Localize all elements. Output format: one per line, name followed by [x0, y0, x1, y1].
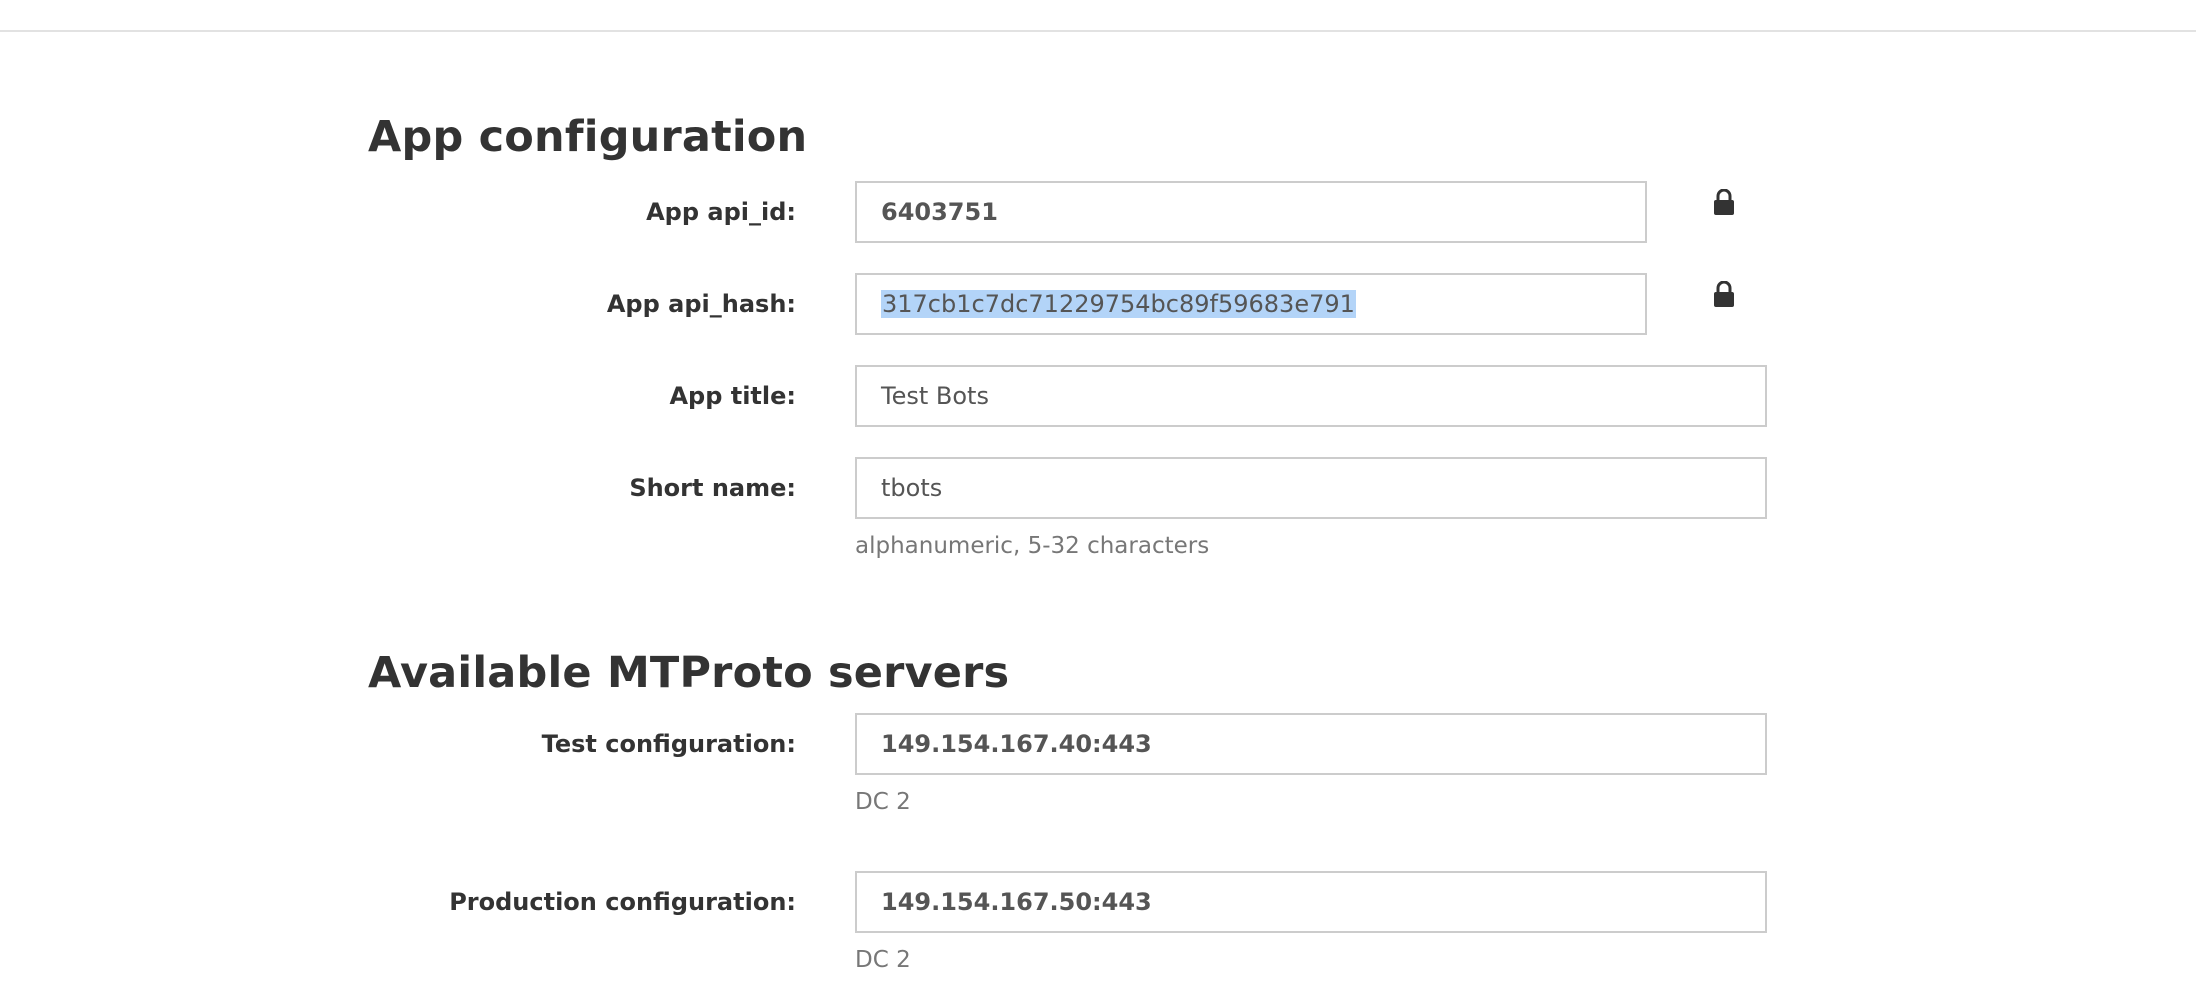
production-config-row: Production configuration: 149.154.167.50…	[368, 871, 1768, 933]
lock-icon	[1714, 281, 1734, 307]
short-name-hint: alphanumeric, 5-32 characters	[855, 533, 1210, 559]
api-hash-value[interactable]: 317cb1c7dc71229754bc89f59683e791	[881, 290, 1356, 318]
test-config-field[interactable]: 149.154.167.40:443	[855, 713, 1767, 775]
api-id-field[interactable]: 6403751	[855, 181, 1647, 243]
lock-icon	[1714, 189, 1734, 215]
api-hash-row: App api_hash: 317cb1c7dc71229754bc89f596…	[368, 273, 1768, 335]
app-title-value[interactable]: Test Bots	[881, 367, 989, 425]
app-config-page: App configuration App api_id: 6403751 Ap…	[368, 0, 1768, 1002]
app-title-label: App title:	[669, 382, 796, 410]
production-config-label: Production configuration:	[449, 888, 796, 916]
short-name-input[interactable]: tbots	[855, 457, 1767, 519]
test-config-label: Test configuration:	[541, 730, 796, 758]
api-id-value[interactable]: 6403751	[881, 183, 998, 241]
short-name-row: Short name: tbots	[368, 457, 1768, 519]
test-config-hint: DC 2	[855, 789, 911, 815]
production-config-value[interactable]: 149.154.167.50:443	[881, 873, 1152, 931]
api-id-label: App api_id:	[646, 198, 796, 226]
mtproto-servers-heading: Available MTProto servers	[368, 648, 1010, 698]
production-config-field[interactable]: 149.154.167.50:443	[855, 871, 1767, 933]
test-config-row: Test configuration: 149.154.167.40:443	[368, 713, 1768, 775]
short-name-label: Short name:	[629, 474, 796, 502]
api-hash-label: App api_hash:	[606, 290, 796, 318]
test-config-value[interactable]: 149.154.167.40:443	[881, 715, 1152, 773]
app-configuration-heading: App configuration	[368, 112, 808, 162]
app-title-row: App title: Test Bots	[368, 365, 1768, 427]
production-config-hint: DC 2	[855, 947, 911, 973]
api-hash-field[interactable]: 317cb1c7dc71229754bc89f59683e791	[855, 273, 1647, 335]
app-title-input[interactable]: Test Bots	[855, 365, 1767, 427]
short-name-value[interactable]: tbots	[881, 459, 942, 517]
api-id-row: App api_id: 6403751	[368, 181, 1768, 243]
